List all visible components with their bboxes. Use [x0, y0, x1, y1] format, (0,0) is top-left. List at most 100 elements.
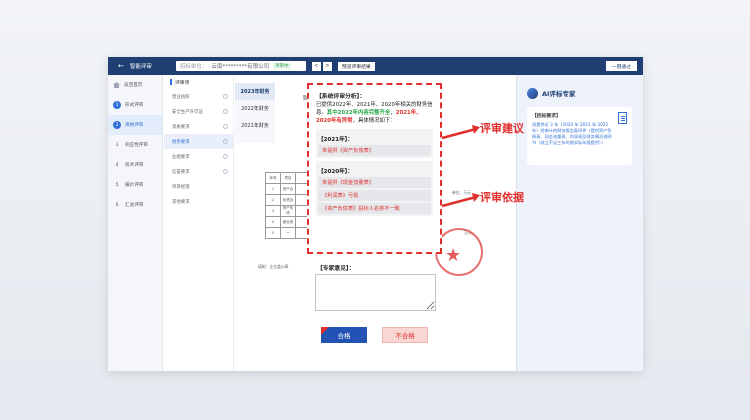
table-cell: 资产负债 — [280, 205, 296, 217]
arrow-icon — [441, 125, 480, 140]
year-2021-heading: 【2021年】： — [318, 137, 354, 144]
step-number: 3 — [115, 142, 119, 148]
nav-item-quote[interactable]: 5 报价评审 — [108, 175, 162, 195]
table-cell: 4 — [265, 216, 281, 228]
nav-item-label: 资格评审 — [125, 123, 144, 128]
nav-item-responsive[interactable]: 3 响应性评审 — [108, 135, 162, 155]
star-icon: ★ — [445, 245, 462, 266]
analysis-ok-text: 其中2022年内容完整齐全 — [326, 109, 391, 116]
doc-signature-note: 填制：企业盖公章 — [258, 264, 289, 269]
step-number: 4 — [115, 162, 119, 168]
nav-item-label: 响应性评审 — [125, 143, 148, 148]
status-dot-icon — [223, 124, 228, 129]
issue-tag: 未提供《资产负债表》 — [318, 145, 431, 157]
status-dot-icon — [223, 109, 228, 114]
expert-opinion-input[interactable] — [315, 274, 436, 311]
unit-value: 云南*********有限公司 — [211, 64, 270, 70]
year-2020-box: 【2020年】： 未提供《现金流量表》 《利润表》亏损 《资产负债表》投标人名称… — [316, 161, 433, 217]
sub-item-other[interactable]: 其他要求 — [164, 194, 233, 209]
next-button[interactable]: > — [322, 61, 332, 71]
home-icon — [113, 82, 120, 88]
top-bar: ← 智能评审 招标单位： 云南*********有限公司 评审中 < > 预览评… — [108, 57, 643, 75]
nav-item-formal[interactable]: 1 形式评审 — [108, 95, 162, 115]
sub-item-label: 财务要求 — [172, 139, 190, 145]
fail-button[interactable]: 不合格 — [382, 327, 428, 343]
sub-item-label: 其他要求 — [172, 199, 190, 205]
issue-tag: 《资产负债表》投标人名称不一致 — [318, 203, 431, 215]
step-number: 6 — [115, 202, 119, 208]
sub-item-label: 安全生产许可证 — [172, 109, 203, 115]
status-badge: 评审中 — [273, 63, 291, 69]
status-dot-icon — [223, 94, 228, 99]
ai-expert-header: AI评标专家 — [527, 85, 632, 101]
issue-tag: 未提供《现金流量表》 — [318, 177, 431, 189]
ai-avatar-icon — [527, 87, 538, 99]
sub-item-license[interactable]: 营业执照 — [164, 89, 233, 104]
nav-item-label: 形式评审 — [125, 103, 144, 108]
sub-item-performance[interactable]: 业绩要求 — [164, 149, 233, 164]
year-2020-heading: 【2020年】： — [318, 169, 354, 176]
sub-item-manager[interactable]: 项目经理 — [164, 179, 233, 194]
step-number: 1 — [113, 101, 121, 109]
nav-item-label: 汇总评审 — [125, 203, 144, 208]
table-cell: 负债合 — [280, 194, 296, 206]
table-cell: 5 — [265, 227, 281, 239]
issue-tag: 《利润表》亏损 — [318, 190, 431, 202]
sub-item-label: 项目经理 — [172, 184, 190, 190]
status-dot-icon — [223, 154, 228, 159]
annotation-basis: 评审依据 — [480, 191, 524, 204]
sub-item-label: 资质要求 — [172, 124, 190, 130]
sub-item-safety[interactable]: 安全生产许可证 — [164, 104, 233, 119]
nav-item-summary[interactable]: 6 汇总评审 — [108, 195, 162, 215]
analysis-summary: 已提供2022年、2021年、2020年相关的财务信息。其中2022年内容完整齐… — [316, 102, 433, 125]
step-number: 5 — [115, 182, 119, 188]
tab-year-2023[interactable]: 2023年财务 — [235, 83, 275, 100]
arrow-icon — [441, 193, 480, 208]
tab-year-2021[interactable]: 2021年财务 — [235, 117, 275, 134]
nav-item-label: 报价评审 — [125, 183, 144, 188]
analysis-title: 【系统评审分析】： — [316, 94, 366, 100]
analysis-tail: ，具体情况如下： — [352, 117, 396, 124]
status-dot-icon — [223, 139, 228, 144]
sub-item-label: 业绩要求 — [172, 154, 190, 160]
company-seal: ★ — [435, 228, 483, 276]
one-click-pass-button[interactable]: 一键通过 — [605, 61, 637, 71]
header-accent — [170, 79, 172, 85]
sub-item-label: 信誉要求 — [172, 169, 190, 175]
left-nav: 返回首页 1 形式评审 2 资格评审 3 响应性评审 4 技术评审 5 报价评审… — [108, 75, 163, 371]
sub-item-qualification[interactable]: 资质要求 — [164, 119, 233, 134]
pass-button[interactable]: 合格 — [321, 327, 367, 343]
ai-expert-title: AI评标专家 — [542, 90, 576, 98]
nav-item-technical[interactable]: 4 技术评审 — [108, 155, 162, 175]
unit-selector[interactable]: 招标单位： 云南*********有限公司 评审中 — [175, 61, 306, 71]
sub-item-credit[interactable]: 信誉要求 — [164, 164, 233, 179]
nav-item-label: 技术评审 — [125, 163, 144, 168]
table-cell: 资产合 — [280, 183, 296, 195]
year-2021-box: 【2021年】： 未提供《资产负债表》 — [316, 129, 433, 159]
annotation-suggestion: 评审建议 — [480, 122, 524, 135]
tab-year-2022[interactable]: 2022年财务 — [235, 100, 275, 117]
preview-results-button[interactable]: 预览评审结果 — [337, 61, 375, 71]
analysis-popup: 【系统评审分析】： 已提供2022年、2021年、2020年相关的财务信息。其中… — [307, 83, 442, 254]
requirement-card: 【招标要求】 须提供近 3 年（2020 年 2021 年 2022 年）经审计… — [527, 107, 632, 165]
year-tabs: 2023年财务 2022年财务 2021年财务 — [235, 83, 275, 143]
unit-label: 招标单位： — [179, 64, 208, 70]
table-cell: 1 — [265, 183, 281, 195]
review-items-panel: 评审项 营业执照 安全生产许可证 资质要求 财务要求 业绩要求 信誉要求 项目经… — [164, 75, 234, 371]
table-cell: 3 — [265, 205, 281, 217]
expert-opinion-label: 【专家意见】： — [317, 266, 355, 272]
sub-item-finance[interactable]: 财务要求 — [164, 134, 233, 149]
table-cell: 2 — [265, 194, 281, 206]
back-arrow-icon[interactable]: ← — [118, 62, 124, 70]
nav-home[interactable]: 返回首页 — [108, 75, 162, 95]
document-icon[interactable] — [618, 112, 627, 124]
status-dot-icon — [223, 169, 228, 174]
nav-item-qualification[interactable]: 2 资格评审 — [108, 115, 162, 135]
ai-expert-panel: AI评标专家 【招标要求】 须提供近 3 年（2020 年 2021 年 202… — [516, 75, 643, 371]
table-cell: 一 — [280, 227, 296, 239]
prev-button[interactable]: < — [311, 61, 321, 71]
review-items-header: 评审项 — [164, 75, 233, 89]
nav-home-label: 返回首页 — [124, 83, 143, 88]
step-number: 2 — [113, 121, 121, 129]
review-items-title: 评审项 — [175, 80, 190, 86]
